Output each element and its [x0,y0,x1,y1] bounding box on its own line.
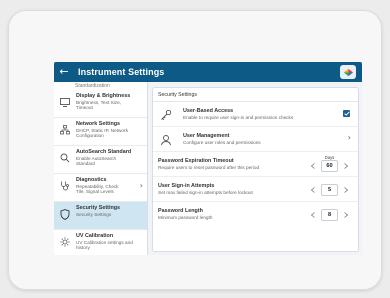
user-based-access-label: User-Based Access [183,108,234,114]
sidebar-item-uv-calibration[interactable]: UV Calibration UV Calibration settings a… [54,230,147,255]
chevron-right-icon: › [347,133,351,142]
sign-in-attempts-stepper: 5 [309,184,350,196]
stethoscope-icon [58,179,72,193]
user-based-access-checkbox[interactable] [343,110,350,117]
sidebar-item-sub: history [76,245,90,250]
sidebar-item-label: Diagnostics [76,177,107,183]
sidebar-item-display[interactable]: Display & Brightness Brightness, Text Si… [54,90,147,118]
sun-icon [58,235,72,249]
monitor-icon [58,95,72,109]
decrement-icon[interactable] [309,186,317,194]
password-expiration-label: Password Expiration Timeout [158,158,234,164]
user-management-row[interactable]: User Management Configure user roles and… [153,127,358,152]
header-bar: ← Instrument Settings [54,62,362,82]
password-length-value: 8 [327,212,332,218]
panel-title: Security Settings [153,88,358,102]
page-title: Instrument Settings [78,67,165,77]
sidebar-item-autosearch[interactable]: AutoSearch Standard Enable AutoSearch St… [54,146,147,174]
screen: ← Instrument Settings Standardization Di… [54,62,362,255]
user-based-access-sub: Enable to require user sign-in and permi… [183,115,294,120]
password-expiration-value-box[interactable]: Days 60 [321,155,338,172]
password-length-value-box[interactable]: 8 [321,209,338,221]
sidebar-item-sub: Tile, Signal Levels [76,189,114,194]
sidebar: Standardization Display & Brightness Bri… [54,82,148,255]
sidebar-item-network[interactable]: Network Settings DHCP, Static IP, Networ… [54,118,147,146]
sidebar-item-security[interactable]: Security Settings Security Settings [54,202,147,230]
user-icon [160,133,172,146]
increment-icon[interactable] [342,186,350,194]
sidebar-item-label: AutoSearch Standard [76,149,132,155]
password-expiration-sub: Require users to reset password after th… [158,165,260,170]
search-icon [58,151,72,165]
sidebar-item-sub: Configuration [76,133,104,138]
increment-icon[interactable] [342,211,350,219]
sign-in-attempts-label: User Sign-in Attempts [158,183,215,189]
network-icon [58,123,72,137]
logo-icon[interactable] [340,65,356,79]
password-length-stepper: 8 [309,209,350,221]
user-based-access-row[interactable]: User-Based Access Enable to require user… [153,102,358,127]
password-expiration-value: 60 [326,163,333,169]
key-icon [160,108,172,121]
user-management-sub: Configure user roles and permissions [183,140,261,145]
password-expiration-stepper: Days 60 [309,155,350,172]
sign-in-attempts-row: User Sign-in Attempts Set max failed sig… [153,177,358,202]
sidebar-item-sub: Standard [76,161,96,166]
sidebar-item-label: Security Settings [76,205,121,211]
password-length-sub: Minimum password length [158,215,213,220]
sidebar-item-diagnostics[interactable]: Diagnostics Repeatability, Check Tile, S… [54,174,147,202]
sign-in-attempts-value-box[interactable]: 5 [321,184,338,196]
sidebar-item-label: UV Calibration [76,233,114,239]
sidebar-item-standardization[interactable]: Standardization [54,82,147,90]
sign-in-attempts-value: 5 [327,187,332,193]
sidebar-item-label: Display & Brightness [76,93,131,99]
password-length-label: Password Length [158,208,203,214]
password-length-row: Password Length Minimum password length … [153,202,358,226]
sidebar-item-sub: Security Settings [76,211,112,217]
sidebar-item-label: Network Settings [76,121,121,127]
sidebar-item-sub: Timeout [76,105,93,110]
decrement-icon[interactable] [309,162,317,170]
increment-icon[interactable] [342,162,350,170]
security-settings-panel: Security Settings User-Based Access Enab… [152,87,359,252]
sign-in-attempts-sub: Set max failed sign-in attempts before l… [158,190,253,195]
shield-icon [58,207,72,221]
user-management-label: User Management [183,133,230,139]
password-expiration-row: Password Expiration Timeout Require user… [153,152,358,177]
tablet-device: ← Instrument Settings Standardization Di… [8,10,382,290]
back-arrow-icon[interactable]: ← [54,62,74,82]
days-unit-label: Days [324,155,335,160]
decrement-icon[interactable] [309,211,317,219]
chevron-right-icon: › [139,181,143,190]
